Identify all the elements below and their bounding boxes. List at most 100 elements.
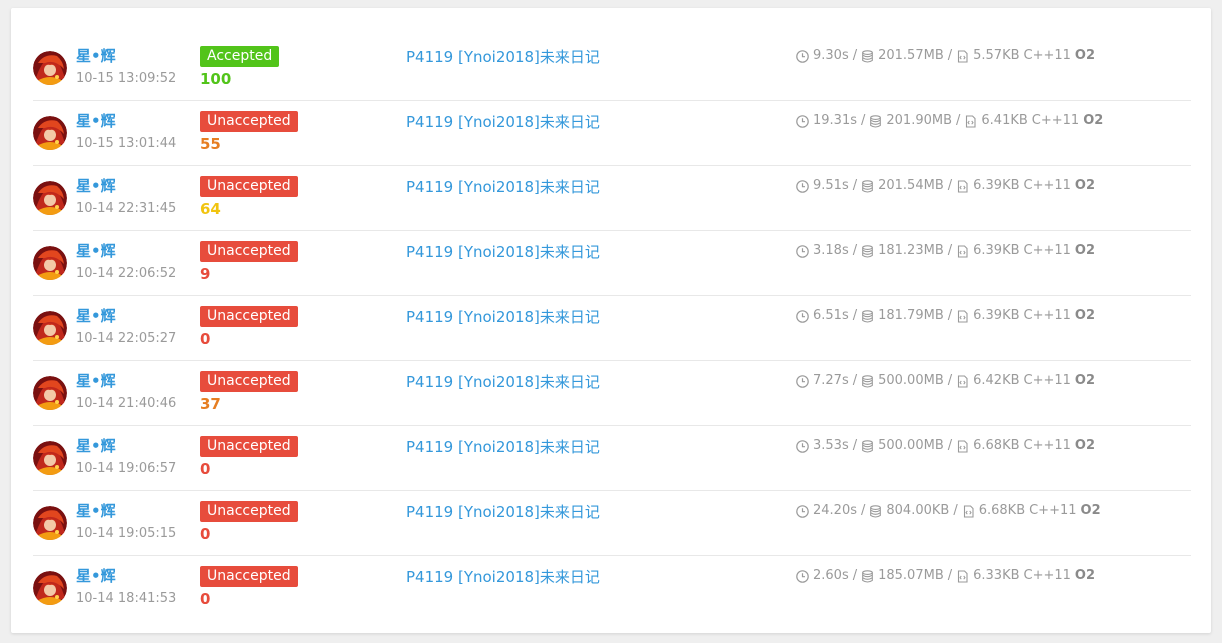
problem-link[interactable]: P4119 [Ynoi2018]未来日记: [406, 371, 600, 393]
database-icon: [861, 439, 874, 453]
separator: /: [947, 308, 953, 323]
o2-flag: O2: [1074, 243, 1096, 258]
score: 0: [200, 460, 211, 478]
record-row: 星•辉 10-14 22:06:52 Unaccepted 9 P4119 [Y…: [33, 231, 1191, 296]
avatar[interactable]: [33, 506, 67, 540]
status-badge[interactable]: Unaccepted: [200, 111, 298, 132]
code-size: 6.41KB: [981, 113, 1028, 128]
username-link[interactable]: 星•辉: [76, 241, 176, 261]
clock-icon: [796, 439, 809, 453]
avatar[interactable]: [33, 571, 67, 605]
score: 0: [200, 525, 211, 543]
avatar[interactable]: [33, 246, 67, 280]
runtime: 24.20s: [813, 503, 857, 518]
separator: /: [861, 113, 866, 128]
o2-flag: O2: [1080, 503, 1101, 518]
separator: /: [861, 503, 866, 518]
avatar[interactable]: [33, 181, 67, 215]
problem-link[interactable]: P4119 [Ynoi2018]未来日记: [406, 46, 600, 68]
username-link[interactable]: 星•辉: [76, 176, 176, 196]
problem-link[interactable]: P4119 [Ynoi2018]未来日记: [406, 566, 600, 588]
separator: /: [947, 243, 953, 258]
record-list-card: 星•辉 10-15 13:09:52 Accepted 100 P4119 [Y…: [11, 8, 1211, 633]
record-meta: 3.18s / 181.23MB / 6.39KB C++11 O2: [796, 241, 1095, 261]
user-block: 星•辉 10-14 22:05:27: [76, 306, 176, 348]
username-link[interactable]: 星•辉: [76, 371, 176, 391]
memory: 181.79MB: [878, 308, 944, 323]
language[interactable]: C++11: [1024, 46, 1071, 66]
language[interactable]: C++11: [1024, 241, 1071, 261]
avatar[interactable]: [33, 376, 67, 410]
problem-link[interactable]: P4119 [Ynoi2018]未来日记: [406, 111, 600, 133]
username-link[interactable]: 星•辉: [76, 46, 176, 66]
language[interactable]: C++11: [1024, 436, 1071, 456]
submit-time: 10-14 21:40:46: [76, 396, 177, 411]
language[interactable]: C++11: [1024, 371, 1071, 391]
score: 55: [200, 135, 221, 153]
avatar[interactable]: [33, 116, 67, 150]
submit-time: 10-14 19:05:15: [76, 526, 177, 541]
separator: /: [852, 243, 858, 258]
memory: 804.00KB: [886, 503, 950, 518]
submit-time: 10-14 19:06:57: [76, 461, 177, 476]
record-row: 星•辉 10-14 19:05:15 Unaccepted 0 P4119 [Y…: [33, 491, 1191, 556]
status-block: Unaccepted 37: [200, 370, 298, 414]
record-row: 星•辉 10-15 13:01:44 Unaccepted 55 P4119 […: [33, 101, 1191, 166]
problem-link[interactable]: P4119 [Ynoi2018]未来日记: [406, 176, 600, 198]
clock-icon: [796, 179, 809, 193]
problem-link[interactable]: P4119 [Ynoi2018]未来日记: [406, 241, 600, 263]
status-badge[interactable]: Unaccepted: [200, 436, 298, 457]
problem-link[interactable]: P4119 [Ynoi2018]未来日记: [406, 501, 600, 523]
status-badge[interactable]: Unaccepted: [200, 371, 298, 392]
user-block: 星•辉 10-14 22:06:52: [76, 241, 176, 283]
language[interactable]: C++11: [1032, 111, 1079, 131]
memory: 185.07MB: [878, 568, 944, 583]
avatar[interactable]: [33, 311, 67, 345]
username-link[interactable]: 星•辉: [76, 111, 176, 131]
file-code-icon: [956, 179, 969, 193]
record-list: 星•辉 10-15 13:09:52 Accepted 100 P4119 [Y…: [33, 36, 1191, 620]
file-code-icon: [956, 309, 969, 323]
status-block: Unaccepted 0: [200, 435, 298, 479]
problem-link[interactable]: P4119 [Ynoi2018]未来日记: [406, 436, 600, 458]
separator: /: [852, 308, 858, 323]
user-block: 星•辉 10-14 21:40:46: [76, 371, 176, 413]
separator: /: [947, 373, 953, 388]
status-block: Unaccepted 9: [200, 240, 298, 284]
status-badge[interactable]: Unaccepted: [200, 501, 298, 522]
status-badge[interactable]: Unaccepted: [200, 241, 298, 262]
username-link[interactable]: 星•辉: [76, 501, 176, 521]
submit-time: 10-14 22:06:52: [76, 266, 177, 281]
problem-link[interactable]: P4119 [Ynoi2018]未来日记: [406, 306, 600, 328]
separator: /: [947, 48, 953, 63]
language[interactable]: C++11: [1029, 501, 1076, 521]
username-link[interactable]: 星•辉: [76, 566, 176, 586]
language[interactable]: C++11: [1024, 306, 1071, 326]
separator: /: [947, 438, 953, 453]
submit-time: 10-15 13:09:52: [76, 71, 177, 86]
avatar[interactable]: [33, 441, 67, 475]
o2-flag: O2: [1074, 308, 1096, 323]
memory: 500.00MB: [878, 373, 944, 388]
database-icon: [861, 569, 874, 583]
username-link[interactable]: 星•辉: [76, 436, 176, 456]
status-badge[interactable]: Unaccepted: [200, 176, 298, 197]
status-badge[interactable]: Accepted: [200, 46, 280, 67]
user-block: 星•辉 10-15 13:01:44: [76, 111, 176, 153]
record-meta: 24.20s / 804.00KB / 6.68KB C++11 O2: [796, 501, 1101, 521]
separator: /: [852, 48, 858, 63]
status-badge[interactable]: Unaccepted: [200, 306, 298, 327]
language[interactable]: C++11: [1024, 566, 1071, 586]
file-code-icon: [956, 49, 969, 63]
submit-time: 10-14 22:05:27: [76, 331, 177, 346]
memory: 201.54MB: [878, 178, 944, 193]
status-badge[interactable]: Unaccepted: [200, 566, 298, 587]
o2-flag: O2: [1074, 438, 1096, 453]
code-size: 6.39KB: [973, 178, 1020, 193]
username-link[interactable]: 星•辉: [76, 306, 176, 326]
language[interactable]: C++11: [1024, 176, 1071, 196]
runtime: 9.30s: [813, 48, 849, 63]
avatar[interactable]: [33, 51, 67, 85]
record-meta: 9.51s / 201.54MB / 6.39KB C++11 O2: [796, 176, 1095, 196]
status-block: Unaccepted 55: [200, 110, 298, 154]
